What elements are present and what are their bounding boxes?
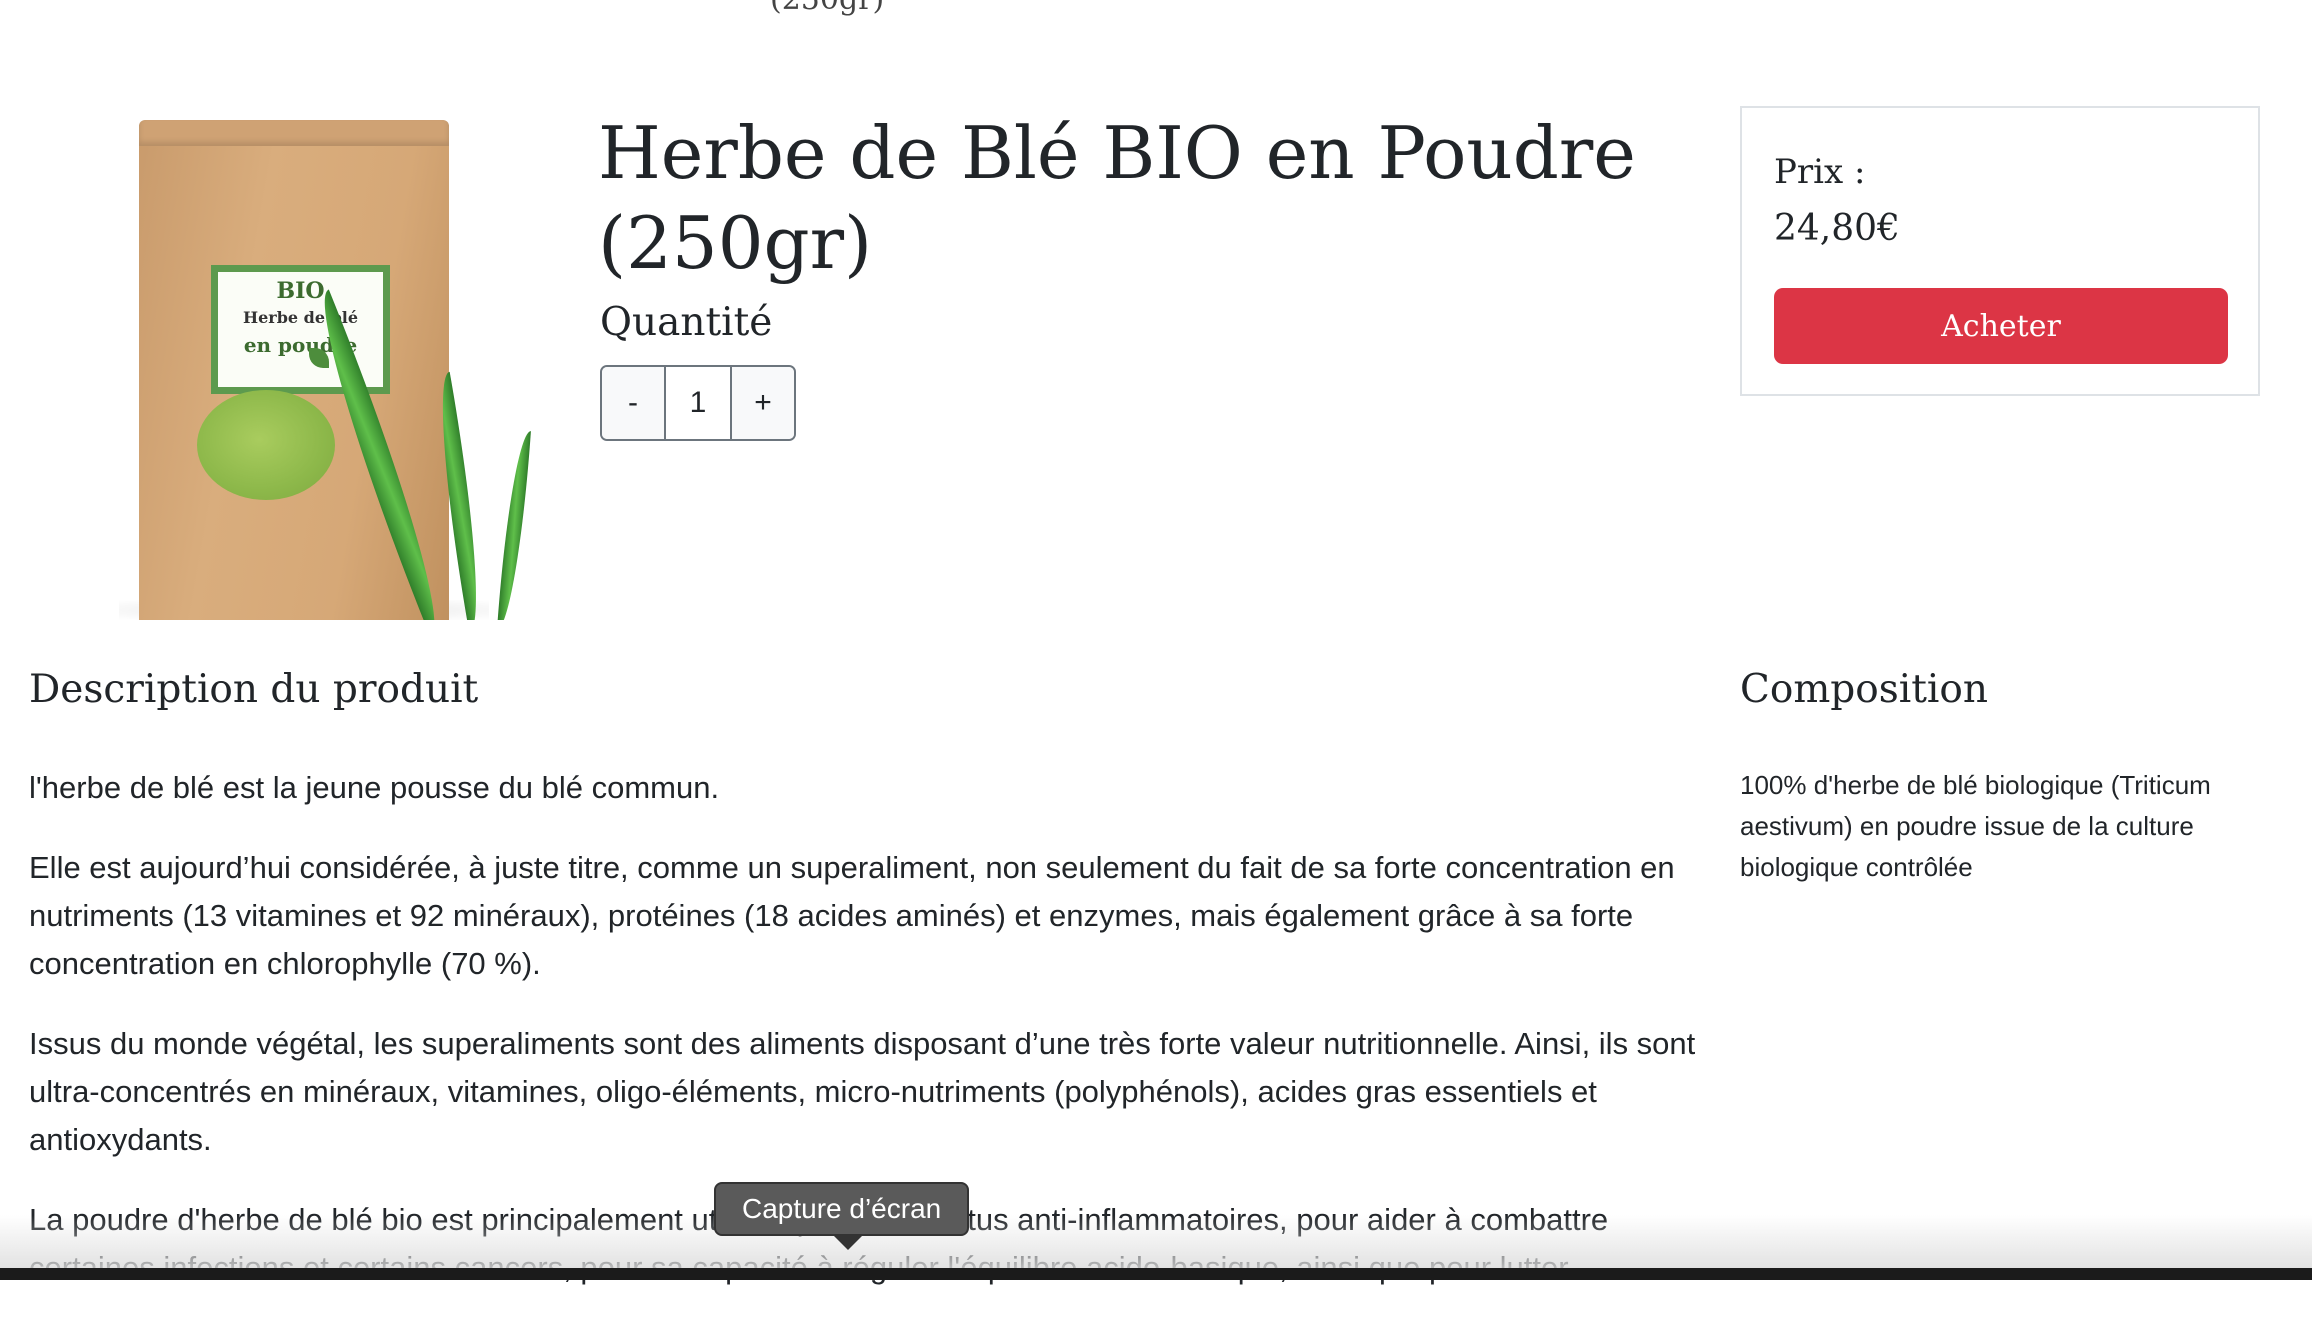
quantity-stepper: - 1 +: [600, 365, 796, 441]
quantity-increase-button[interactable]: +: [732, 367, 794, 439]
composition-text: 100% d'herbe de blé biologique (Triticum…: [1740, 770, 2211, 882]
price-label: Prix :: [1774, 152, 1866, 192]
bottom-bar: [0, 1268, 2312, 1280]
screenshot-tooltip: Capture d’écran: [714, 1182, 970, 1236]
price-card: Prix : 24,80€ Acheter: [1740, 106, 2260, 396]
powder-window: [197, 390, 335, 500]
price-value: 24,80€: [1774, 208, 1900, 249]
quantity-value[interactable]: 1: [664, 367, 732, 439]
top-fragment-text: (250gr): [770, 0, 884, 17]
product-title: Herbe de Blé BIO en Poudre (250gr): [598, 111, 1636, 285]
bag-label-line-3: en poudre: [243, 333, 358, 357]
description-paragraph: l'herbe de blé est la jeune pousse du bl…: [29, 770, 720, 805]
description-paragraph: Elle est aujourd’hui considérée, à juste…: [29, 850, 1675, 981]
buy-button[interactable]: Acheter: [1774, 288, 2228, 364]
product-bag-top: [139, 120, 449, 146]
product-image: BIO Herbe de blé en poudre: [29, 120, 551, 620]
quantity-label: Quantité: [600, 300, 773, 345]
bag-label-line-2: Herbe de blé: [242, 308, 359, 327]
description-paragraph: Issus du monde végétal, les superaliment…: [29, 1026, 1696, 1157]
bottom-fade: [0, 1215, 2312, 1270]
quantity-decrease-button[interactable]: -: [602, 367, 664, 439]
tooltip-arrow: [834, 1236, 862, 1250]
bag-label-line-1: BIO: [276, 278, 325, 304]
description-heading: Description du produit: [29, 667, 479, 712]
wheatgrass-blade: [497, 429, 531, 620]
composition-heading: Composition: [1740, 667, 1988, 712]
product-bag-label: BIO Herbe de blé en poudre: [211, 265, 390, 394]
